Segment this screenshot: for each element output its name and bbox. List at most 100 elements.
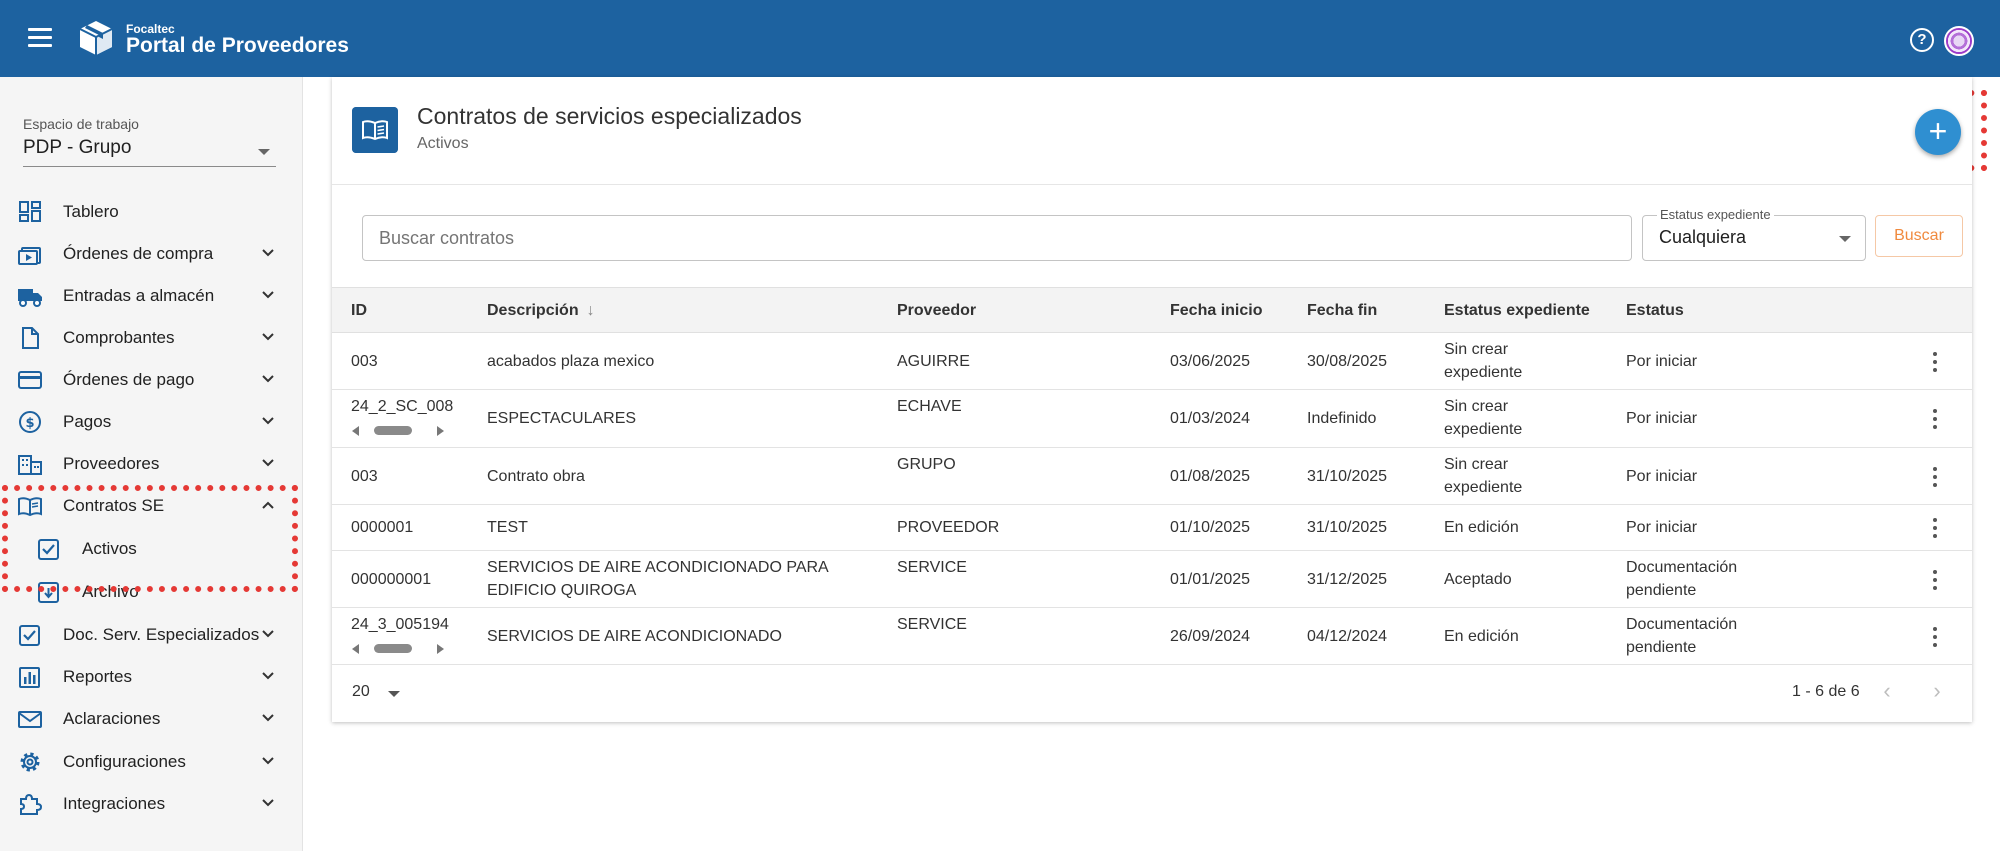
puzzle-icon bbox=[20, 793, 43, 815]
more-vert-icon[interactable] bbox=[1932, 518, 1938, 540]
caret-down-icon[interactable] bbox=[388, 691, 400, 697]
table-row[interactable]: 24_2_SC_008 ESPECTACULARES ECHAVE 01/03/… bbox=[332, 390, 1972, 448]
table-row[interactable]: 0000001 TEST PROVEEDOR 01/10/2025 31/10/… bbox=[332, 505, 1972, 551]
cell-id: 24_2_SC_008 bbox=[351, 398, 454, 415]
workspace-value: PDP - Grupo bbox=[23, 137, 132, 158]
column-header-proveedor[interactable]: Proveedor bbox=[897, 302, 976, 320]
book-icon bbox=[352, 107, 398, 153]
sidebar-item-ordenes-compra[interactable]: Órdenes de compra bbox=[0, 235, 303, 273]
cell-estatus-expediente: En edición bbox=[1444, 519, 1519, 536]
cell-id: 003 bbox=[351, 353, 378, 370]
sidebar-item-pagos[interactable]: $ Pagos bbox=[0, 403, 303, 441]
chevron-right-icon[interactable]: › bbox=[1927, 680, 1947, 704]
sidebar: Espacio de trabajo PDP - Grupo Tablero Ó… bbox=[0, 77, 303, 851]
page-subtitle: Activos bbox=[417, 135, 469, 152]
arrow-left-icon[interactable] bbox=[352, 644, 359, 654]
cell-estatus-expediente: Sin crear expediente bbox=[1444, 398, 1523, 438]
table-row[interactable]: 24_3_005194 SERVICIOS DE AIRE ACONDICION… bbox=[332, 608, 1972, 665]
column-header-estatus-expediente[interactable]: Estatus expediente bbox=[1444, 302, 1590, 320]
cell-fecha-fin: 04/12/2024 bbox=[1307, 628, 1388, 645]
dollar-icon: $ bbox=[19, 411, 41, 433]
chevron-left-icon[interactable]: ‹ bbox=[1877, 680, 1897, 704]
chevron-down-icon bbox=[262, 672, 274, 680]
cell-estatus: Documentación pendiente bbox=[1626, 559, 1738, 599]
cell-fecha-inicio: 03/06/2025 bbox=[1170, 353, 1251, 370]
workspace-select[interactable]: PDP - Grupo bbox=[23, 135, 276, 167]
cell-estatus: Por iniciar bbox=[1626, 410, 1698, 427]
sidebar-item-entradas-almacen[interactable]: Entradas a almacén bbox=[0, 277, 303, 315]
cell-estatus: Por iniciar bbox=[1626, 519, 1698, 536]
scroll-thumb[interactable] bbox=[374, 644, 412, 653]
page-size-select[interactable]: 20 bbox=[352, 683, 370, 701]
status-filter-label: Estatus expediente bbox=[1657, 207, 1774, 222]
sidebar-item-integraciones[interactable]: Integraciones bbox=[0, 785, 303, 823]
table-row[interactable]: 003 Contrato obra GRUPO 01/08/2025 31/10… bbox=[332, 448, 1972, 505]
help-icon[interactable]: ? bbox=[1910, 28, 1934, 52]
column-header-fecha-inicio[interactable]: Fecha inicio bbox=[1170, 302, 1262, 320]
sidebar-item-label: Pagos bbox=[63, 412, 112, 431]
cell-estatus-expediente: Sin crear expediente bbox=[1444, 456, 1523, 496]
chevron-down-icon bbox=[262, 333, 274, 341]
sidebar-item-reportes[interactable]: Reportes bbox=[0, 658, 303, 696]
chevron-down-icon bbox=[262, 799, 274, 807]
dashboard-icon bbox=[19, 201, 41, 222]
status-filter-select[interactable]: Estatus expediente Cualquiera bbox=[1642, 207, 1866, 261]
chevron-down-icon bbox=[262, 757, 274, 765]
menu-icon[interactable] bbox=[28, 28, 52, 48]
sidebar-item-label: Proveedores bbox=[63, 454, 160, 473]
sidebar-item-proveedores[interactable]: Proveedores bbox=[0, 445, 303, 483]
cell-scrollbar[interactable] bbox=[350, 641, 446, 655]
sidebar-item-label: Doc. Serv. Especializados bbox=[63, 625, 260, 644]
more-vert-icon[interactable] bbox=[1932, 352, 1938, 374]
column-header-id[interactable]: ID bbox=[351, 302, 367, 320]
add-contract-button[interactable]: + bbox=[1915, 109, 1961, 155]
purchase-order-icon bbox=[18, 247, 41, 265]
table-header: ID Descripción ↓ Proveedor Fecha inicio F… bbox=[332, 287, 1972, 333]
cell-id: 000000001 bbox=[351, 571, 432, 588]
sidebar-item-ordenes-pago[interactable]: Órdenes de pago bbox=[0, 361, 303, 399]
sidebar-item-tablero[interactable]: Tablero bbox=[0, 193, 303, 231]
column-header-label: Descripción bbox=[487, 302, 579, 319]
cell-estatus-expediente: Aceptado bbox=[1444, 571, 1512, 588]
cell-fecha-fin: 31/12/2025 bbox=[1307, 571, 1388, 588]
sidebar-item-configuraciones[interactable]: Configuraciones bbox=[0, 743, 303, 781]
building-icon bbox=[18, 455, 42, 475]
arrow-left-icon[interactable] bbox=[352, 426, 359, 436]
table-row[interactable]: 000000001 SERVICIOS DE AIRE ACONDICIONAD… bbox=[332, 551, 1972, 608]
sidebar-item-doc-serv-especializados[interactable]: Doc. Serv. Especializados bbox=[0, 616, 303, 654]
cell-descripcion: SERVICIOS DE AIRE ACONDICIONADO PARA EDI… bbox=[487, 559, 828, 599]
sidebar-item-comprobantes[interactable]: Comprobantes bbox=[0, 319, 303, 357]
chevron-down-icon bbox=[262, 375, 274, 383]
more-vert-icon[interactable] bbox=[1932, 570, 1938, 592]
search-button[interactable]: Buscar bbox=[1875, 215, 1963, 257]
cell-descripcion: acabados plaza mexico bbox=[487, 353, 655, 370]
chevron-down-icon bbox=[262, 630, 274, 638]
cell-fecha-fin: 31/10/2025 bbox=[1307, 468, 1388, 485]
pagination-range: 1 - 6 de 6 bbox=[1792, 683, 1860, 700]
cell-proveedor: SERVICE bbox=[897, 559, 967, 576]
cell-id: 003 bbox=[351, 468, 378, 485]
more-vert-icon[interactable] bbox=[1932, 627, 1938, 649]
column-header-estatus[interactable]: Estatus bbox=[1626, 302, 1684, 320]
column-header-descripcion[interactable]: Descripción ↓ bbox=[487, 302, 595, 320]
cell-fecha-inicio: 01/08/2025 bbox=[1170, 468, 1251, 485]
table-row[interactable]: 003 acabados plaza mexico AGUIRRE 03/06/… bbox=[332, 333, 1972, 390]
cell-fecha-inicio: 01/01/2025 bbox=[1170, 571, 1251, 588]
card-header: Contratos de servicios especializados Ac… bbox=[332, 77, 1972, 185]
arrow-right-icon[interactable] bbox=[437, 644, 444, 654]
search-input[interactable] bbox=[362, 215, 1632, 261]
sidebar-item-aclaraciones[interactable]: Aclaraciones bbox=[0, 700, 303, 738]
sidebar-item-label: Integraciones bbox=[63, 794, 166, 813]
cell-scrollbar[interactable] bbox=[350, 423, 446, 437]
more-vert-icon[interactable] bbox=[1932, 467, 1938, 489]
scroll-thumb[interactable] bbox=[374, 426, 412, 435]
chevron-down-icon bbox=[262, 714, 274, 722]
sidebar-item-label: Aclaraciones bbox=[63, 709, 161, 728]
column-header-fecha-fin[interactable]: Fecha fin bbox=[1307, 302, 1377, 320]
cell-fecha-fin: Indefinido bbox=[1307, 410, 1377, 427]
arrow-right-icon[interactable] bbox=[437, 426, 444, 436]
cell-estatus: Por iniciar bbox=[1626, 353, 1698, 370]
more-vert-icon[interactable] bbox=[1932, 409, 1938, 431]
cell-proveedor: AGUIRRE bbox=[897, 353, 970, 370]
avatar[interactable] bbox=[1944, 26, 1974, 56]
